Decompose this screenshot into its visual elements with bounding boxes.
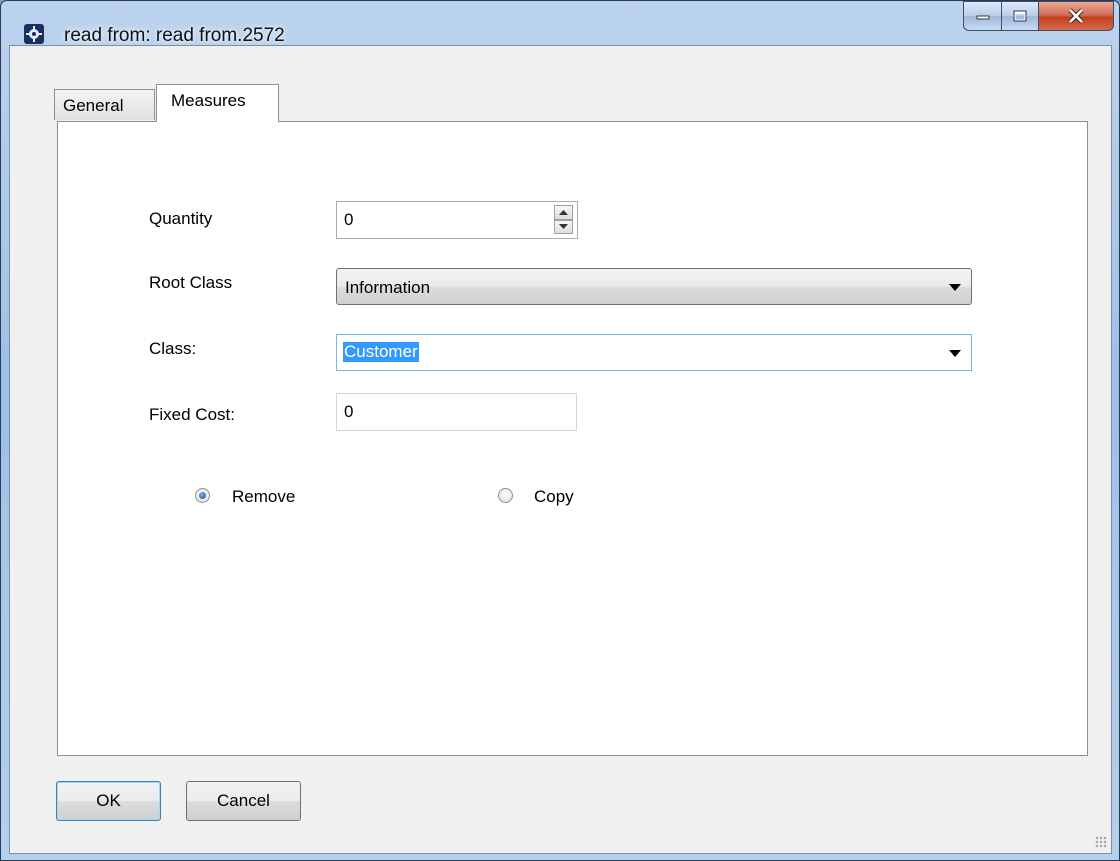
close-icon: [1068, 8, 1084, 24]
minimize-icon: [976, 15, 989, 20]
chevron-down-icon: [559, 224, 568, 230]
fixed-cost-value: 0: [344, 402, 354, 421]
quantity-value: 0: [344, 210, 354, 229]
chevron-up-icon: [559, 209, 568, 215]
title-bar[interactable]: read from: read from.2572: [1, 1, 1119, 46]
class-value: Customer: [343, 342, 419, 362]
ok-button[interactable]: OK: [56, 781, 161, 821]
fixed-cost-label: Fixed Cost:: [149, 405, 235, 424]
window-title: read from: read from.2572: [64, 25, 285, 46]
quantity-stepper[interactable]: 0: [336, 201, 578, 239]
close-button[interactable]: [1039, 1, 1114, 31]
quantity-label: Quantity: [149, 209, 213, 228]
maximize-button[interactable]: [1002, 1, 1039, 31]
gear-icon: [24, 24, 44, 44]
resize-grip-icon[interactable]: [1095, 836, 1107, 848]
fixed-cost-field[interactable]: 0: [336, 393, 577, 431]
class-select[interactable]: Customer: [336, 334, 972, 371]
radio-remove-label[interactable]: Remove: [232, 487, 295, 507]
cancel-button[interactable]: Cancel: [186, 781, 301, 821]
chevron-down-icon: [949, 350, 961, 357]
stepper-up-button[interactable]: [554, 205, 573, 220]
radio-checked-icon[interactable]: [195, 488, 210, 503]
root-class-select[interactable]: Information: [336, 268, 972, 305]
stepper-down-button[interactable]: [554, 219, 573, 234]
root-class-value: Information: [345, 278, 431, 297]
tab-measures[interactable]: Measures: [156, 84, 279, 122]
class-label: Class:: [149, 339, 197, 358]
dialog-window: read from: read from.2572 General Measur…: [0, 0, 1120, 861]
maximize-icon: [1013, 10, 1027, 22]
chevron-down-icon: [949, 284, 961, 291]
radio-unchecked-icon[interactable]: [498, 488, 513, 503]
tab-general[interactable]: General: [54, 89, 155, 120]
radio-copy-label[interactable]: Copy: [534, 487, 574, 507]
root-class-label: Root Class: [149, 273, 233, 292]
minimize-button[interactable]: [963, 1, 1002, 31]
